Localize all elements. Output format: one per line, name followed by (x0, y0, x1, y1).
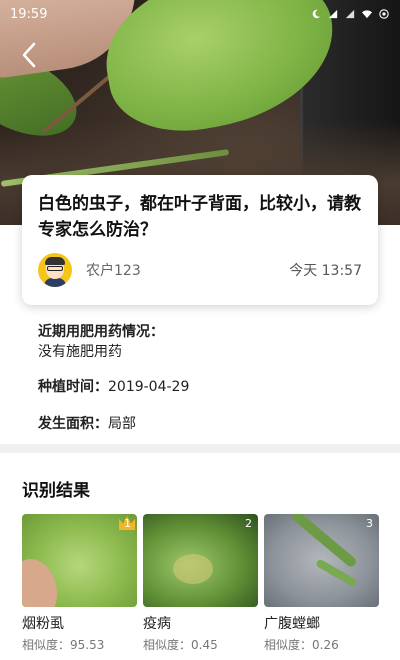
results-list: 1 烟粉虱 相似度：95.53 2 疫病 相似度：0.45 3 广腹螳螂 相似度… (22, 514, 382, 654)
result-rank: 3 (366, 517, 373, 530)
status-time: 19:59 (10, 6, 48, 22)
wifi-icon (362, 10, 372, 19)
result-similarity: 相似度：0.26 (264, 638, 339, 652)
leaf-spot (173, 554, 213, 584)
back-button[interactable] (14, 40, 44, 70)
area-row: 发生面积：局部 (38, 413, 136, 433)
fertilizer-value: 没有施肥用药 (38, 344, 122, 360)
screen: 19:59 白色的虫子，都在叶子背面，比较小，请教专家怎么防治？ 农户123 今… (0, 0, 400, 660)
signal-icon (328, 9, 338, 19)
avatar-glasses (47, 266, 63, 271)
result-thumbnail[interactable]: 3 (264, 514, 379, 607)
result-rank: 1 (124, 517, 131, 530)
result-name: 疫病 (143, 616, 171, 632)
avatar-shirt (44, 278, 66, 287)
result-item[interactable]: 1 烟粉虱 相似度：95.53 (22, 514, 137, 653)
section-divider (0, 444, 400, 453)
question-card: 白色的虫子，都在叶子背面，比较小，请教专家怎么防治？ 农户123 今天 13:5… (22, 175, 378, 305)
planting-row: 种植时间：2019-04-29 (38, 376, 189, 396)
result-name: 广腹螳螂 (264, 616, 320, 632)
result-rank: 2 (245, 517, 252, 530)
signal-icon (345, 9, 355, 19)
result-thumbnail[interactable]: 1 (22, 514, 137, 607)
fertilizer-row: 近期用肥用药情况： 没有施肥用药 (38, 322, 164, 362)
result-similarity: 相似度：95.53 (22, 638, 105, 652)
area-label: 发生面积： (38, 416, 108, 432)
avatar[interactable] (38, 253, 72, 287)
results-title: 识别结果 (22, 481, 90, 501)
back-arrow-icon (22, 42, 36, 68)
status-icons (310, 9, 390, 19)
question-date: 今天 13:57 (289, 263, 362, 279)
user-name[interactable]: 农户123 (86, 260, 141, 280)
planting-value: 2019-04-29 (108, 379, 190, 395)
result-item[interactable]: 3 广腹螳螂 相似度：0.26 (264, 514, 379, 653)
status-bar: 19:59 (0, 0, 400, 28)
hand (22, 559, 57, 607)
question-meta: 农户123 今天 13:57 (38, 252, 362, 288)
result-item[interactable]: 2 疫病 相似度：0.45 (143, 514, 258, 653)
area-value: 局部 (108, 416, 136, 432)
result-name: 烟粉虱 (22, 616, 64, 632)
result-similarity: 相似度：0.45 (143, 638, 218, 652)
battery-icon (379, 9, 389, 19)
planting-label: 种植时间： (38, 379, 108, 395)
moon-icon (312, 9, 321, 19)
question-text: 白色的虫子，都在叶子背面，比较小，请教专家怎么防治？ (38, 194, 361, 240)
result-thumbnail[interactable]: 2 (143, 514, 258, 607)
fertilizer-label: 近期用肥用药情况： (38, 324, 164, 340)
avatar-hair (45, 257, 65, 265)
